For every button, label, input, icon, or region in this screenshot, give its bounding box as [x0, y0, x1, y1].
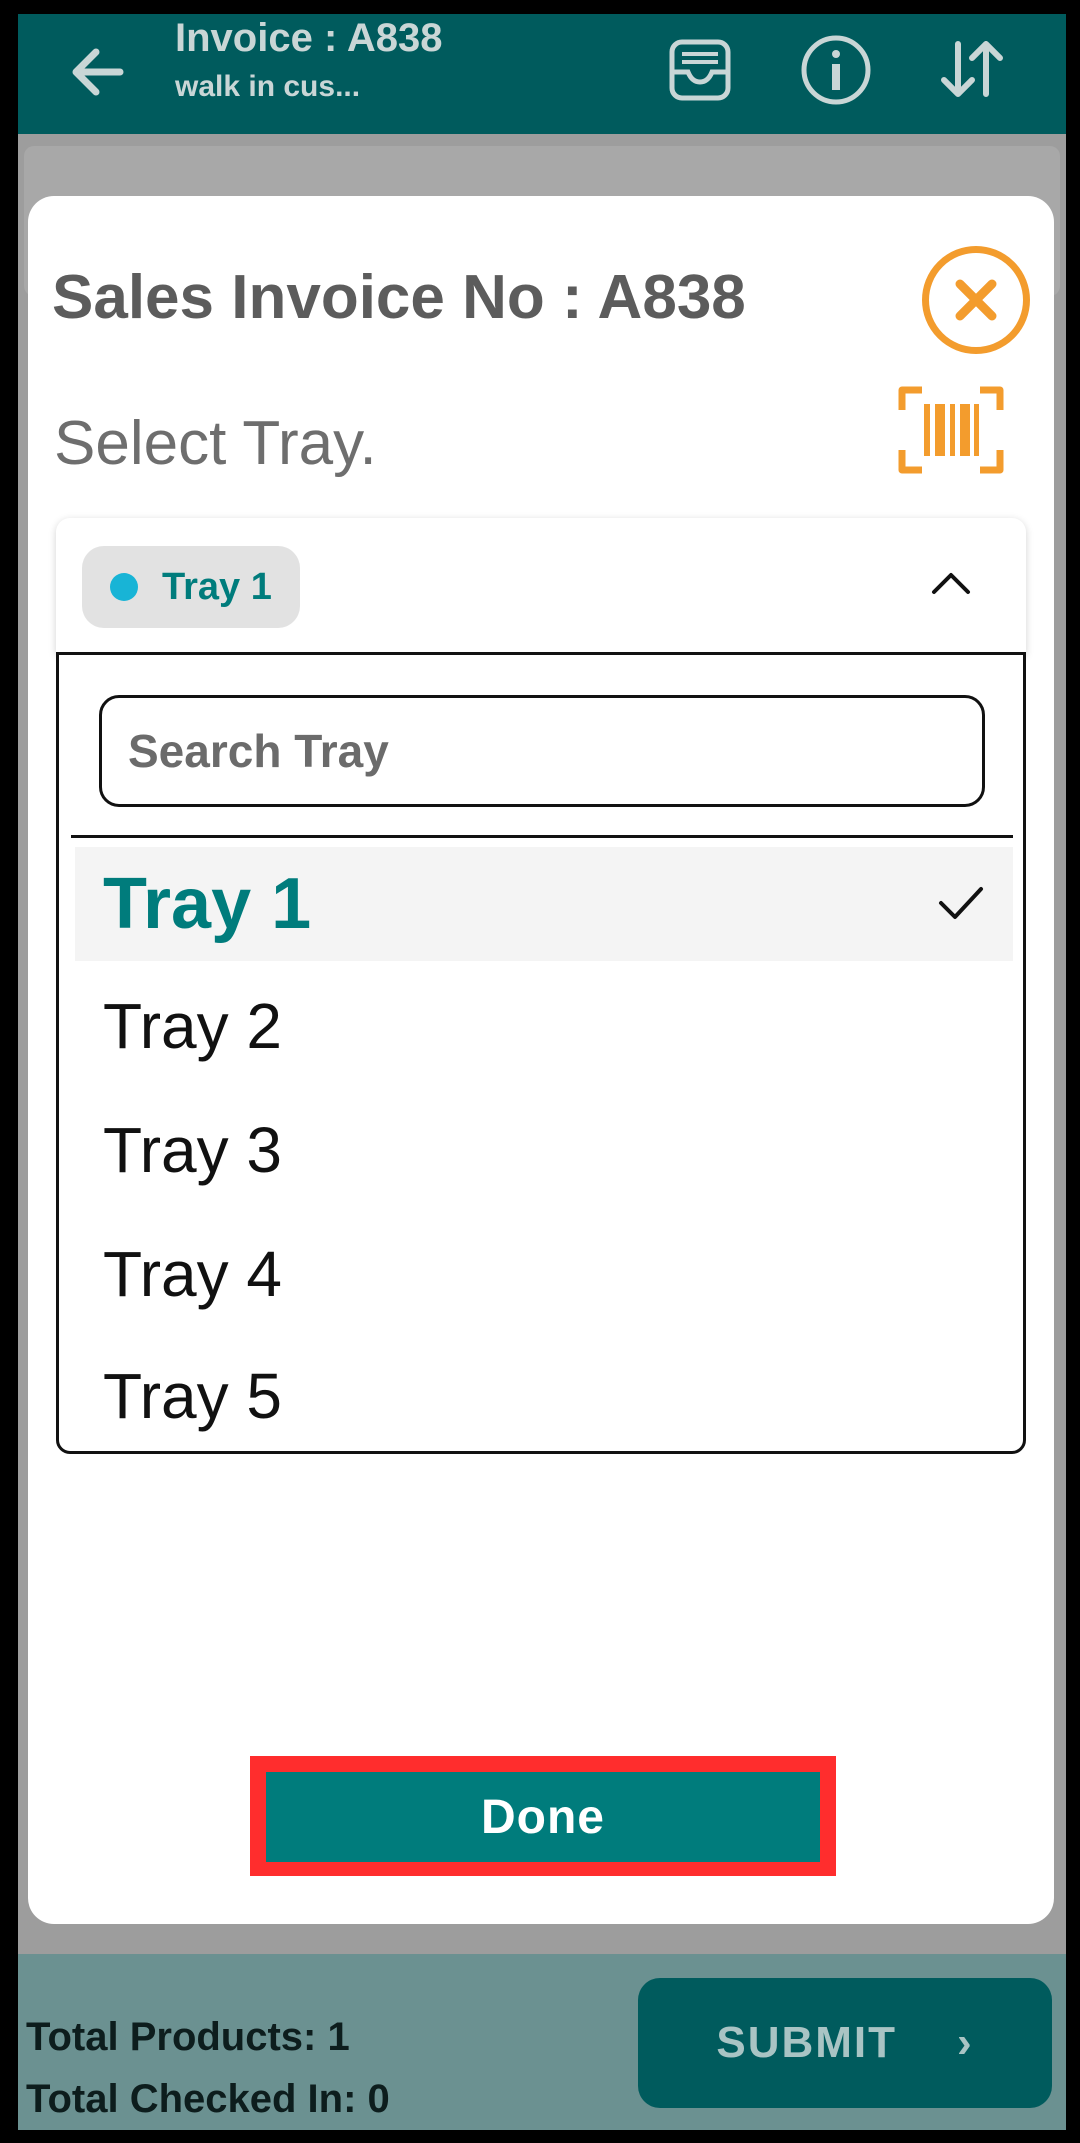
option-label: Tray 4 [103, 1238, 282, 1310]
bottom-summary-bar: Total Products: 1 Total Checked In: 0 SU… [18, 1954, 1066, 2130]
option-tray-2[interactable]: Tray 2 [75, 969, 1013, 1083]
tray-select[interactable]: Tray 1 [56, 518, 1026, 654]
option-label: Tray 1 [103, 864, 312, 944]
chip-label: Tray 1 [162, 565, 272, 608]
checkmark-icon [939, 887, 983, 919]
sort-icon[interactable] [930, 28, 1014, 112]
info-icon[interactable] [794, 28, 878, 112]
close-icon [955, 279, 997, 321]
option-tray-5[interactable]: Tray 5 [75, 1339, 1013, 1453]
submit-label: SUBMIT [716, 2018, 897, 2067]
app-screen: Invoice : A838 walk in cus... Total Prod… [18, 14, 1066, 2130]
dialog-title: Sales Invoice No : A838 [52, 263, 746, 332]
chevron-up-icon[interactable] [926, 562, 976, 602]
close-button[interactable] [922, 246, 1030, 354]
back-arrow-icon[interactable] [58, 32, 138, 112]
totals-block: Total Products: 1 Total Checked In: 0 [26, 2006, 390, 2130]
option-label: Tray 2 [103, 990, 282, 1062]
done-button[interactable]: Done [266, 1772, 820, 1862]
total-checked-in: Total Checked In: 0 [26, 2077, 390, 2121]
search-tray-input[interactable] [99, 695, 985, 807]
chevron-right-icon: › [957, 2018, 974, 2067]
option-tray-3[interactable]: Tray 3 [75, 1093, 1013, 1207]
option-label: Tray 3 [103, 1114, 282, 1186]
invoice-title: Invoice : A838 [175, 16, 443, 60]
total-products: Total Products: 1 [26, 2015, 350, 2059]
option-tray-1[interactable]: Tray 1 [75, 847, 1013, 961]
done-highlight: Done [250, 1756, 836, 1876]
select-tray-label: Select Tray. [54, 409, 377, 478]
option-tray-4[interactable]: Tray 4 [75, 1217, 1013, 1331]
status-dot [110, 573, 138, 601]
divider [71, 835, 1013, 838]
submit-button[interactable]: SUBMIT › [638, 1978, 1052, 2108]
selected-tray-chip[interactable]: Tray 1 [82, 546, 300, 628]
option-label: Tray 5 [103, 1360, 282, 1432]
barcode-scan-icon[interactable] [898, 384, 1004, 476]
customer-name: walk in cus... [175, 70, 361, 103]
top-app-bar: Invoice : A838 walk in cus... [18, 14, 1066, 134]
tray-icon[interactable] [658, 28, 742, 112]
tray-dropdown-list: Tray 1 Tray 2 Tray 3 Tray 4 Tray 5 [56, 652, 1026, 1454]
select-tray-dialog: Sales Invoice No : A838 Select Tray. Tra… [28, 196, 1054, 1924]
